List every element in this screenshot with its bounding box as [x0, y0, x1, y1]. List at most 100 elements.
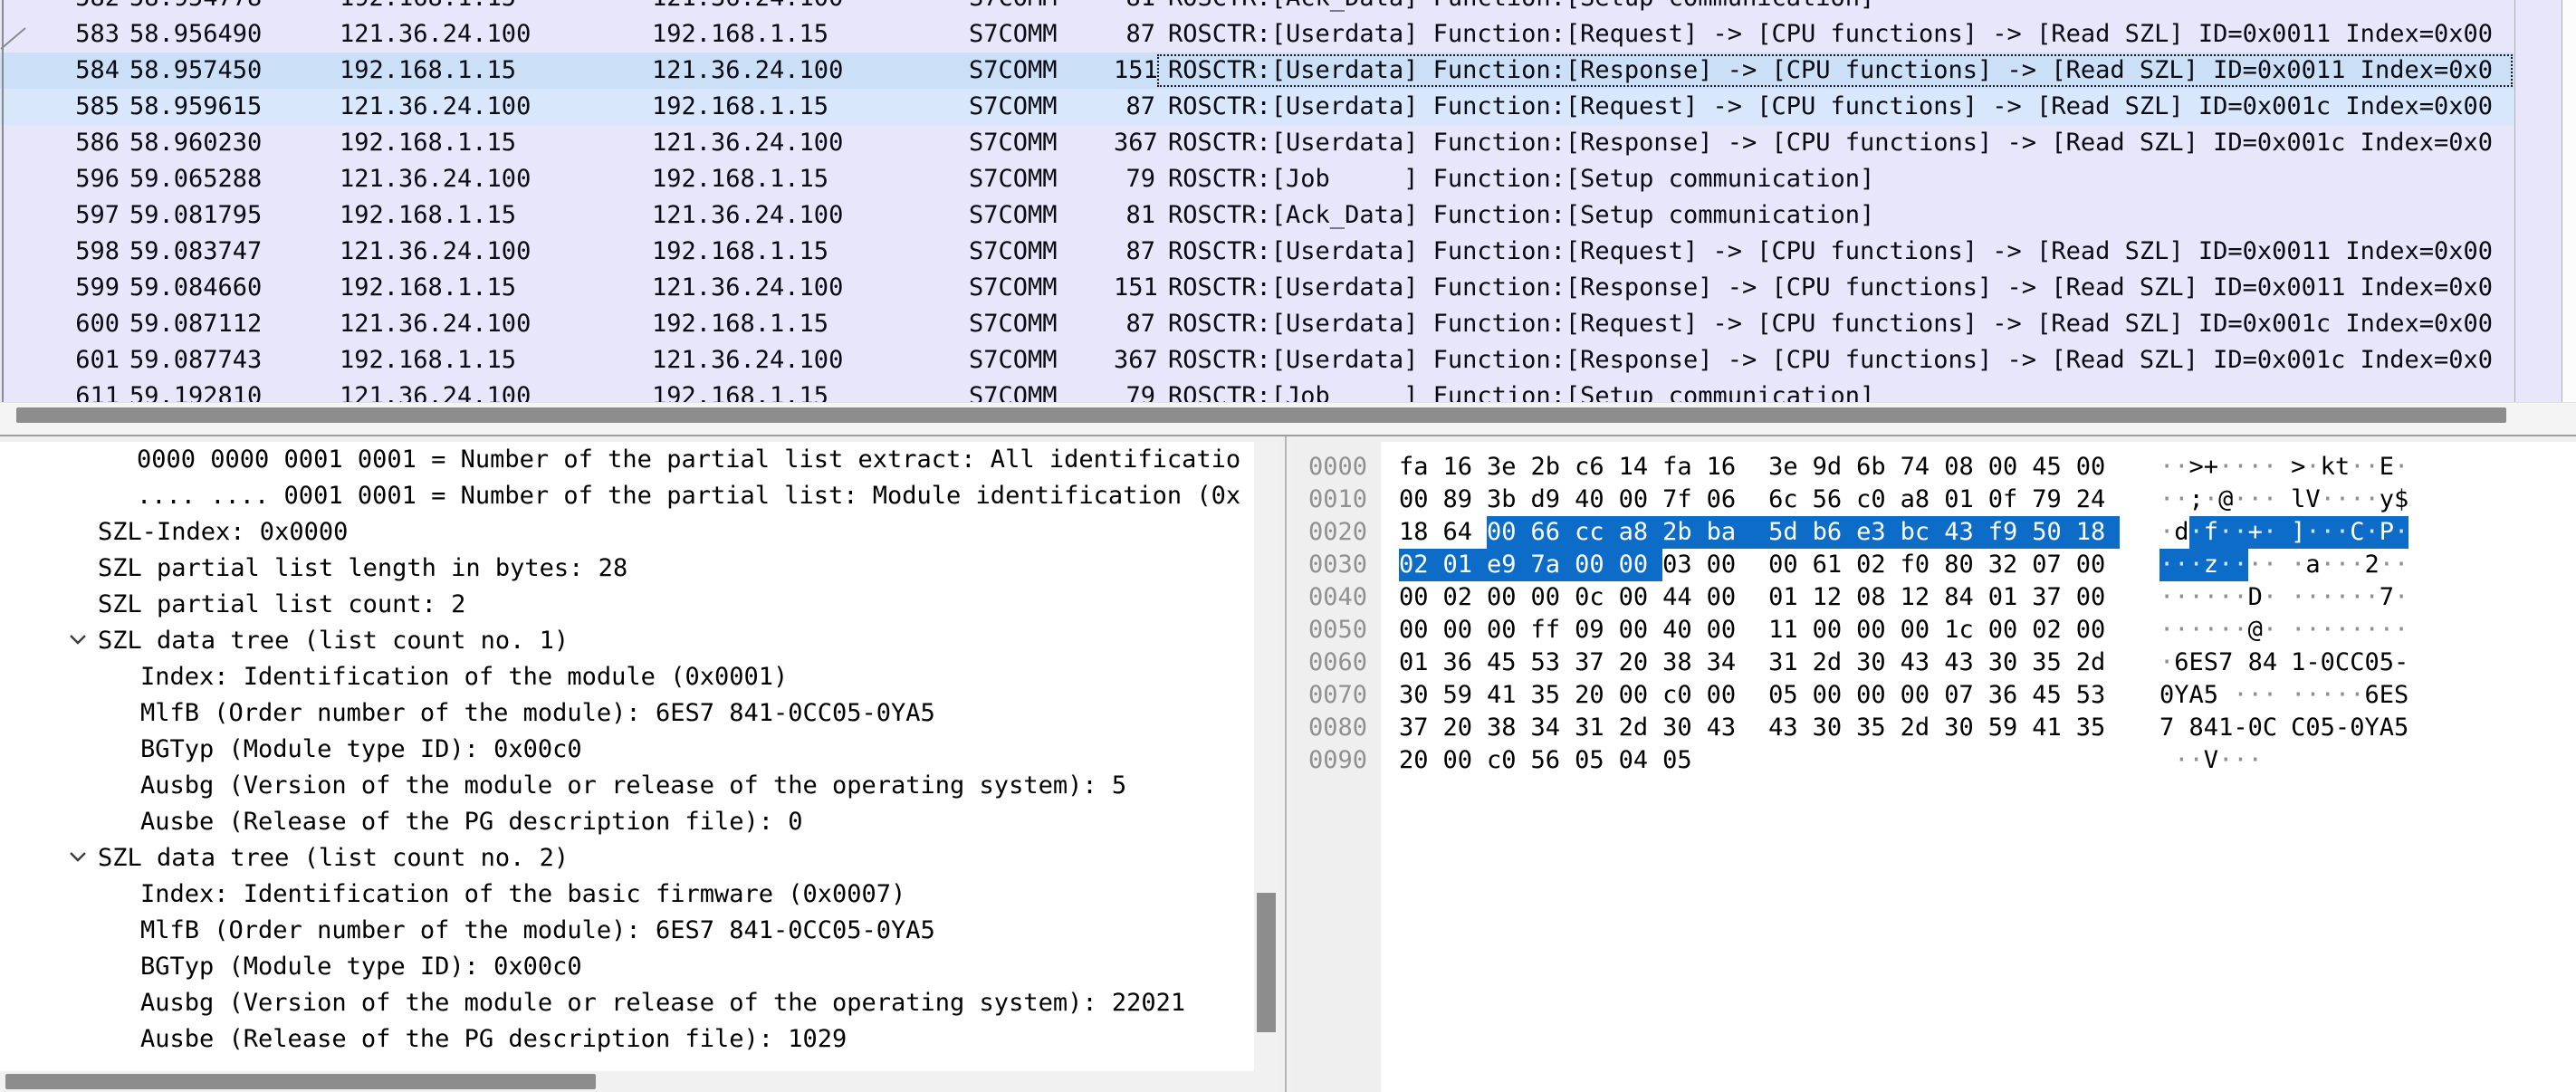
- ascii-char[interactable]: [2174, 712, 2188, 744]
- ascii-char[interactable]: 2: [2364, 549, 2379, 581]
- hex-byte[interactable]: 36: [1443, 647, 1488, 679]
- hex-byte[interactable]: 05: [1575, 744, 1619, 777]
- hex-byte[interactable]: 08: [1856, 581, 1901, 614]
- ascii-char[interactable]: ·: [2263, 679, 2291, 712]
- ascii-char[interactable]: ·: [2364, 484, 2379, 516]
- ascii-char[interactable]: S: [2394, 679, 2408, 712]
- detail-hscrollbar-thumb[interactable]: [5, 1074, 596, 1089]
- hex-byte[interactable]: 01: [1944, 484, 1988, 516]
- ascii-char[interactable]: ·: [2364, 451, 2379, 484]
- ascii-char[interactable]: ·: [2394, 549, 2408, 581]
- detail-line[interactable]: MlfB (Order number of the module): 6ES7 …: [0, 913, 1254, 949]
- hex-byte[interactable]: ff: [1531, 614, 1575, 647]
- ascii-char[interactable]: V: [2204, 744, 2218, 777]
- hex-byte[interactable]: c6: [1575, 451, 1619, 484]
- ascii-char[interactable]: ·: [2263, 484, 2291, 516]
- ascii-char[interactable]: S: [2204, 647, 2218, 679]
- expand-collapse-arrow-icon[interactable]: [69, 623, 98, 659]
- packet-row[interactable]: 60059.087112121.36.24.100192.168.1.15S7C…: [0, 306, 2514, 342]
- ascii-char[interactable]: -: [2233, 712, 2247, 744]
- hex-byte[interactable]: 2d: [1813, 647, 1857, 679]
- hex-byte[interactable]: 32: [1988, 549, 2033, 581]
- hex-byte[interactable]: ba: [1707, 516, 1769, 549]
- ascii-char[interactable]: 8: [2189, 712, 2204, 744]
- hex-byte[interactable]: 00: [1619, 581, 1663, 614]
- detail-line[interactable]: .... .... 0001 0001 = Number of the part…: [0, 478, 1254, 514]
- ascii-char[interactable]: 6: [2364, 679, 2379, 712]
- hex-byte[interactable]: fa: [1399, 451, 1443, 484]
- ascii-char[interactable]: ]: [2291, 516, 2305, 549]
- hex-byte[interactable]: 44: [1662, 581, 1707, 614]
- ascii-char[interactable]: ·: [2350, 614, 2364, 647]
- ascii-char[interactable]: [2159, 744, 2174, 777]
- ascii-char[interactable]: ·: [2305, 516, 2320, 549]
- hex-byte[interactable]: 00: [1856, 679, 1901, 712]
- detail-line[interactable]: MlfB (Order number of the module): 6ES7 …: [0, 695, 1254, 732]
- detail-vscrollbar-thumb[interactable]: [1257, 893, 1276, 1032]
- hex-byte[interactable]: 09: [1575, 614, 1619, 647]
- hex-byte[interactable]: 50: [2032, 516, 2076, 549]
- hex-byte[interactable]: e9: [1487, 549, 1531, 581]
- ascii-char[interactable]: y: [2380, 484, 2394, 516]
- ascii-char[interactable]: ·: [2335, 516, 2350, 549]
- hex-byte[interactable]: 56: [1531, 744, 1575, 777]
- hex-byte[interactable]: c0: [1662, 679, 1707, 712]
- ascii-char[interactable]: ·: [2394, 614, 2408, 647]
- hex-byte[interactable]: 01: [1768, 581, 1813, 614]
- hex-byte[interactable]: 00: [1619, 484, 1663, 516]
- ascii-char[interactable]: ·: [2335, 581, 2350, 614]
- hex-byte[interactable]: f9: [1988, 516, 2033, 549]
- hex-byte[interactable]: 05: [1768, 679, 1813, 712]
- ascii-char[interactable]: ·: [2305, 614, 2320, 647]
- ascii-char[interactable]: ·: [2189, 614, 2204, 647]
- hex-byte[interactable]: 00: [1531, 581, 1575, 614]
- hex-byte[interactable]: 37: [1575, 647, 1619, 679]
- ascii-char[interactable]: ·: [2380, 614, 2394, 647]
- hex-byte[interactable]: 01: [1988, 581, 2033, 614]
- ascii-char[interactable]: ·: [2335, 679, 2350, 712]
- hex-byte[interactable]: 2b: [1531, 451, 1575, 484]
- hex-byte[interactable]: 00: [1487, 581, 1531, 614]
- detail-line[interactable]: SZL data tree (list count no. 2): [0, 840, 1254, 876]
- detail-line[interactable]: 0000 0000 0001 0001 = Number of the part…: [0, 442, 1254, 478]
- hex-byte[interactable]: 01: [1443, 549, 1488, 581]
- hex-byte[interactable]: 00: [1619, 614, 1663, 647]
- hex-byte[interactable]: 59: [1443, 679, 1488, 712]
- ascii-char[interactable]: -: [2305, 647, 2320, 679]
- ascii-char[interactable]: ·: [2159, 581, 2174, 614]
- hex-byte[interactable]: 84: [1944, 581, 1988, 614]
- hex-byte[interactable]: 20: [1443, 712, 1488, 744]
- hex-byte[interactable]: 00: [1399, 581, 1443, 614]
- hex-byte[interactable]: 43: [1768, 712, 1813, 744]
- ascii-char[interactable]: ·: [2248, 549, 2263, 581]
- ascii-char[interactable]: ·: [2174, 549, 2188, 581]
- ascii-char[interactable]: ·: [2263, 451, 2291, 484]
- hex-byte[interactable]: c0: [1856, 484, 1901, 516]
- ascii-char[interactable]: $: [2394, 484, 2408, 516]
- ascii-char[interactable]: z: [2204, 549, 2218, 581]
- ascii-char[interactable]: +: [2204, 451, 2218, 484]
- hex-byte[interactable]: 08: [1944, 451, 1988, 484]
- hex-byte[interactable]: 43: [1944, 647, 1988, 679]
- ascii-char[interactable]: ·: [2321, 614, 2335, 647]
- hex-byte[interactable]: 06: [1707, 484, 1769, 516]
- ascii-char[interactable]: 5: [2204, 679, 2218, 712]
- ascii-char[interactable]: C: [2335, 647, 2350, 679]
- hex-byte[interactable]: 01: [1399, 647, 1443, 679]
- hex-byte[interactable]: 04: [1619, 744, 1663, 777]
- ascii-char[interactable]: Y: [2174, 679, 2188, 712]
- hex-byte[interactable]: 20: [1575, 679, 1619, 712]
- hex-byte[interactable]: a8: [1619, 516, 1663, 549]
- hex-byte[interactable]: bc: [1901, 516, 1945, 549]
- ascii-char[interactable]: ·: [2394, 516, 2408, 549]
- hex-byte[interactable]: 53: [1531, 647, 1575, 679]
- ascii-char[interactable]: ·: [2174, 581, 2188, 614]
- hex-byte[interactable]: 00: [1901, 614, 1945, 647]
- ascii-char[interactable]: ·: [2248, 484, 2263, 516]
- hex-byte[interactable]: 07: [1944, 679, 1988, 712]
- ascii-char[interactable]: ·: [2204, 581, 2218, 614]
- ascii-char[interactable]: k: [2321, 451, 2335, 484]
- ascii-char[interactable]: >: [2189, 451, 2204, 484]
- hex-byte[interactable]: 41: [1487, 679, 1531, 712]
- detail-line[interactable]: SZL partial list length in bytes: 28: [0, 551, 1254, 587]
